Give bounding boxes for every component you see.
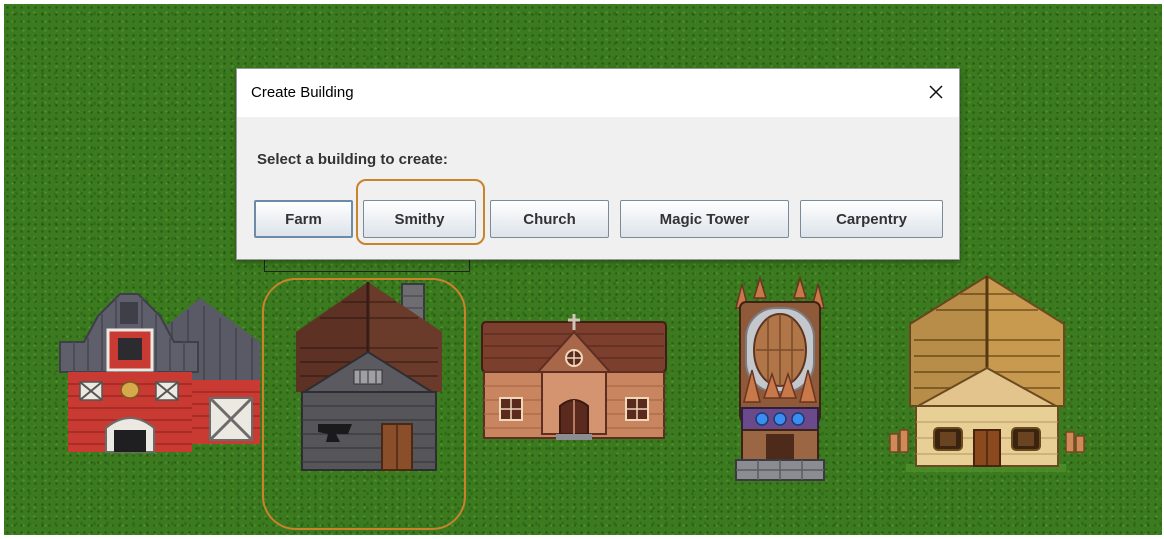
magic-tower-button[interactable]: Magic Tower bbox=[620, 200, 789, 238]
smithy-building-highlight bbox=[262, 278, 466, 530]
church-button[interactable]: Church bbox=[490, 200, 609, 238]
dialog-titlebar[interactable]: Create Building bbox=[237, 69, 959, 117]
smithy-button-highlight bbox=[356, 179, 485, 245]
carpentry-button[interactable]: Carpentry bbox=[800, 200, 943, 238]
close-button[interactable] bbox=[913, 69, 959, 115]
magic-tower-building[interactable] bbox=[730, 275, 830, 482]
dialog-title: Create Building bbox=[251, 84, 354, 101]
farm-button[interactable]: Farm bbox=[254, 200, 353, 238]
close-icon bbox=[929, 85, 943, 99]
church-building[interactable] bbox=[480, 310, 668, 442]
farm-building[interactable] bbox=[59, 280, 260, 460]
dialog-prompt: Select a building to create: bbox=[257, 151, 448, 168]
carpentry-building[interactable] bbox=[884, 274, 1094, 476]
create-building-dialog: Create Building Select a building to cre… bbox=[236, 68, 960, 260]
selection-bracket bbox=[264, 258, 470, 272]
